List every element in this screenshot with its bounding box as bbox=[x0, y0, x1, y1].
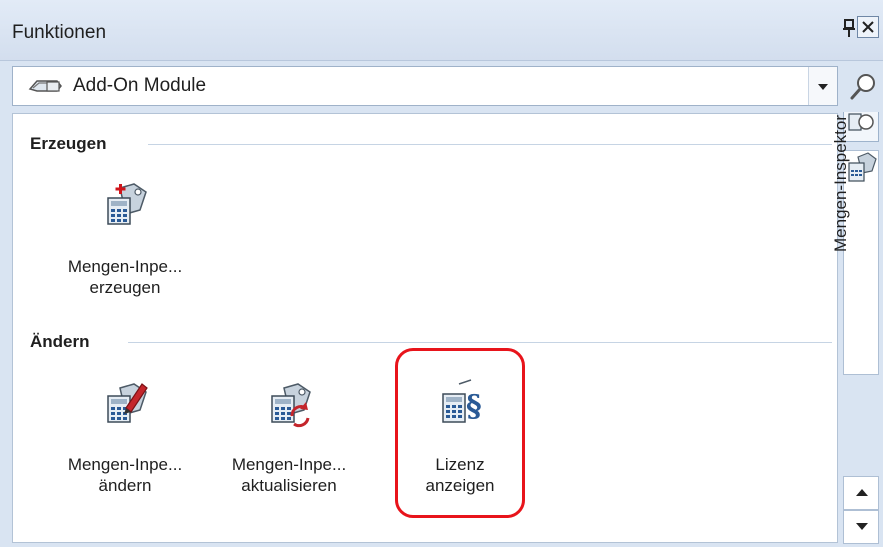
scroll-down-button[interactable] bbox=[843, 510, 879, 544]
module-select-value: Add-On Module bbox=[73, 75, 207, 96]
tool-label-line2: aktualisieren bbox=[241, 476, 337, 495]
quantity-inspector-create-icon bbox=[100, 180, 150, 230]
tool-label-line1: Mengen-Inpe... bbox=[231, 455, 347, 474]
section-divider bbox=[128, 342, 832, 343]
quantity-inspector-update-icon bbox=[264, 378, 314, 428]
add-on-module-icon bbox=[27, 75, 67, 97]
close-button[interactable] bbox=[857, 16, 879, 38]
tool-quantity-inspector-update[interactable]: Mengen-Inpe... aktualisieren bbox=[204, 378, 374, 496]
tool-label-line1: Mengen-Inpe... bbox=[67, 257, 183, 276]
module-select[interactable]: Add-On Module bbox=[12, 66, 838, 106]
close-icon bbox=[862, 21, 874, 33]
pin-icon[interactable] bbox=[842, 17, 856, 39]
functions-panel: Funktionen Add-On Module Erzeugen Mengen… bbox=[0, 0, 883, 547]
tool-label-line2: erzeugen bbox=[89, 278, 161, 297]
tool-quantity-inspector-edit[interactable]: Mengen-Inpe... ändern bbox=[40, 378, 210, 496]
panel-title: Funktionen bbox=[12, 22, 107, 43]
tool-quantity-inspector-create[interactable]: Mengen-Inpe... erzeugen bbox=[40, 180, 210, 298]
quantity-inspector-edit-icon bbox=[100, 378, 150, 428]
section-divider bbox=[148, 144, 832, 145]
section-title-aendern: Ändern bbox=[30, 332, 90, 351]
highlight-box bbox=[395, 348, 525, 518]
tool-label-line1: Mengen-Inpe... bbox=[67, 455, 183, 474]
section-title-erzeugen: Erzeugen bbox=[30, 134, 107, 153]
side-tab-label: Mengen-Inspektor bbox=[831, 114, 850, 252]
scroll-up-button[interactable] bbox=[843, 476, 879, 510]
tool-label-line2: ändern bbox=[98, 476, 152, 495]
panel-titlebar: Funktionen bbox=[0, 0, 883, 61]
